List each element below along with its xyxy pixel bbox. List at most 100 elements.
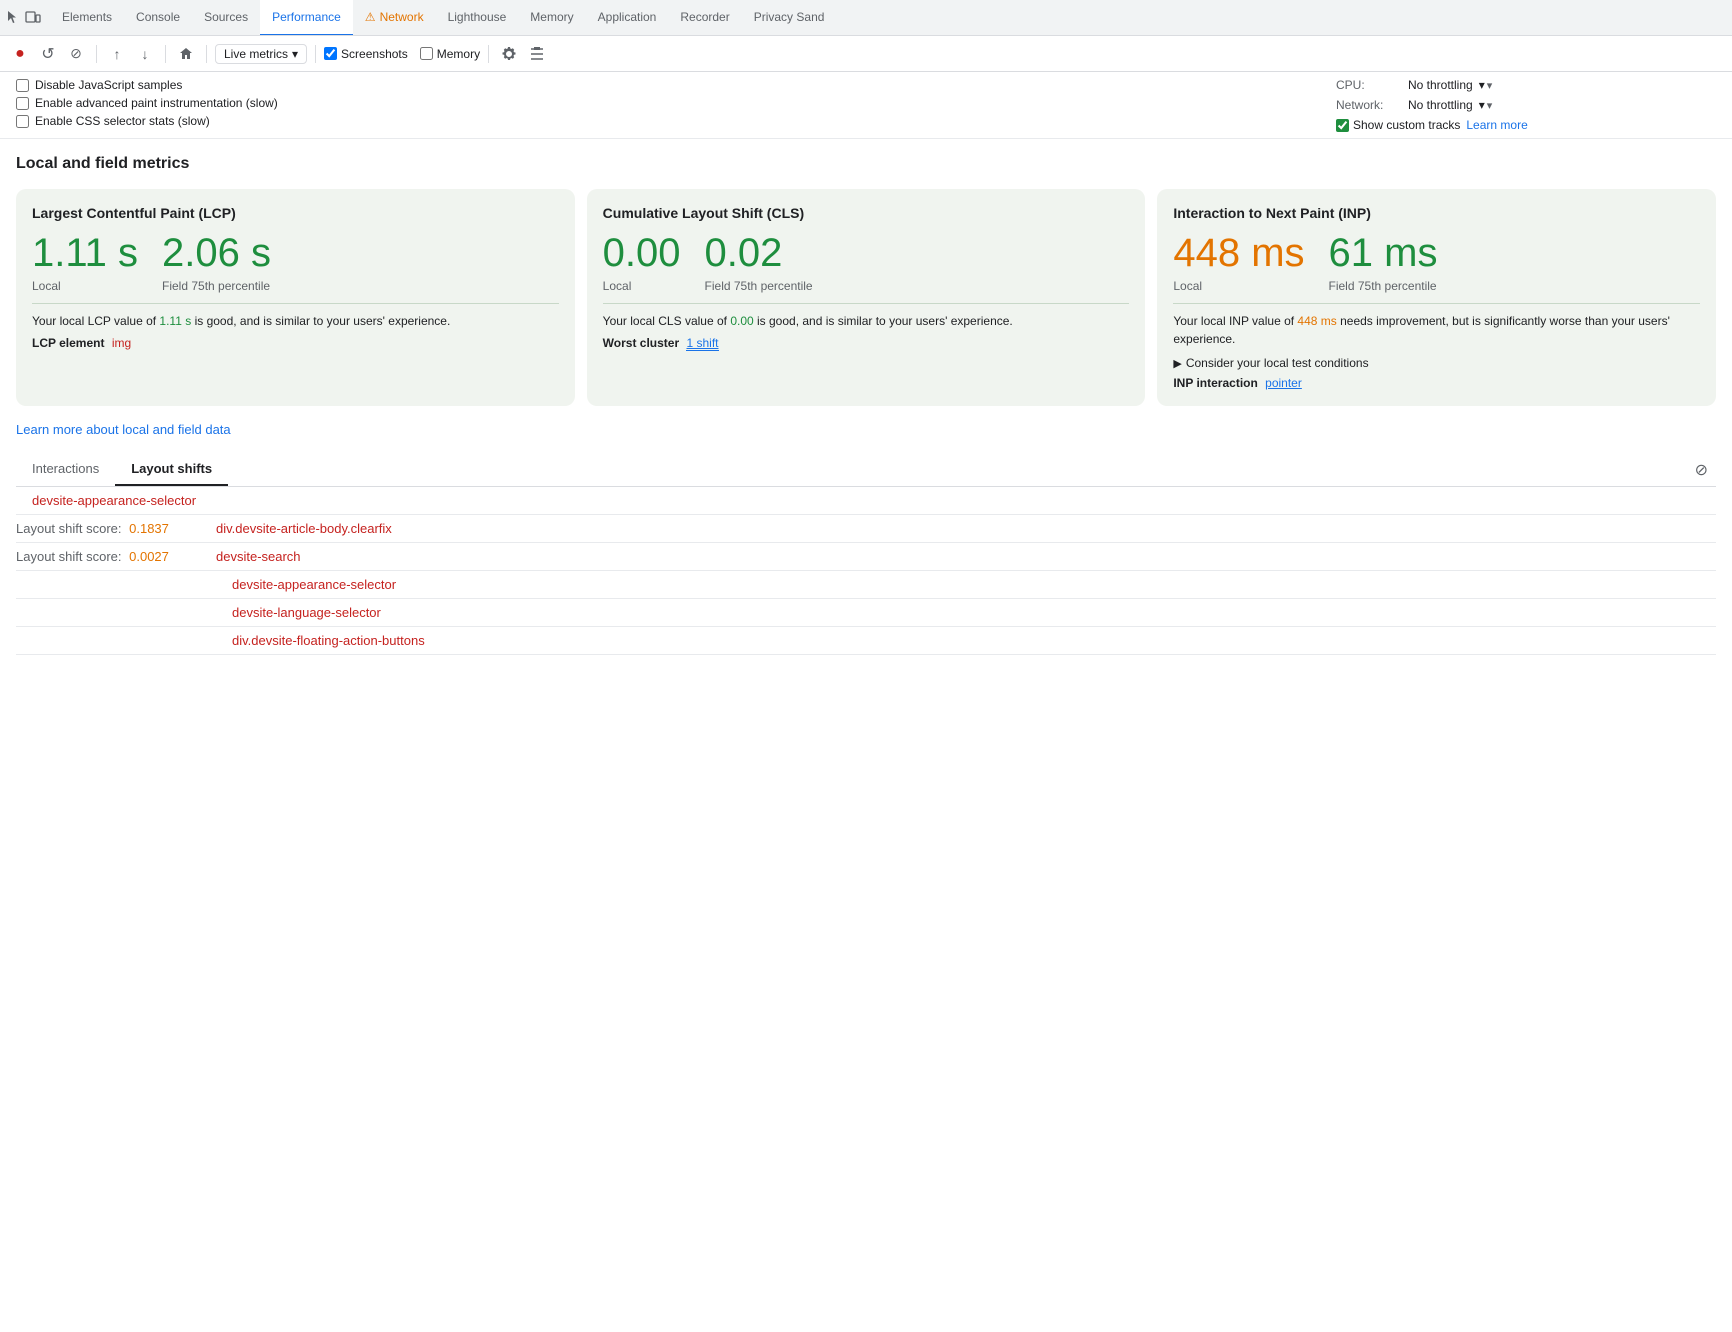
section-title: Local and field metrics [16, 155, 1716, 173]
layout-score-value: 0.0027 [129, 549, 169, 564]
layout-table: devsite-appearance-selector Layout shift… [16, 487, 1716, 655]
inp-card: Interaction to Next Paint (INP) 448 ms L… [1157, 189, 1716, 406]
inp-card-title: Interaction to Next Paint (INP) [1173, 205, 1700, 221]
inp-values: 448 ms Local 61 ms Field 75th percentile [1173, 231, 1700, 293]
options-left: Disable JavaScript samples Enable advanc… [16, 78, 1336, 132]
sub-tabs: Interactions Layout shifts ⊘ [16, 453, 1716, 487]
inp-desc: Your local INP value of 448 ms needs imp… [1173, 312, 1700, 348]
lcp-card: Largest Contentful Paint (LCP) 1.11 s Lo… [16, 189, 575, 406]
custom-tracks-checkbox[interactable] [1336, 119, 1349, 132]
inp-field-group: 61 ms Field 75th percentile [1329, 231, 1438, 293]
tab-recorder[interactable]: Recorder [668, 0, 741, 36]
disable-js-samples-checkbox[interactable] [16, 79, 29, 92]
custom-tracks-learn-more[interactable]: Learn more [1466, 118, 1527, 132]
advanced-paint-checkbox[interactable] [16, 97, 29, 110]
metric-cards: Largest Contentful Paint (LCP) 1.11 s Lo… [16, 189, 1716, 406]
learn-more-field-data-link[interactable]: Learn more about local and field data [16, 422, 231, 437]
cls-field-label: Field 75th percentile [705, 279, 813, 293]
upload-button[interactable]: ↑ [105, 42, 129, 66]
tab-console[interactable]: Console [124, 0, 192, 36]
layout-selector[interactable]: div.devsite-floating-action-buttons [32, 633, 425, 648]
separator-4 [315, 45, 316, 63]
cursor-icon[interactable] [4, 9, 22, 27]
network-chevron-icon: ▾ [1479, 98, 1485, 112]
inp-extra: INP interaction pointer [1173, 376, 1700, 390]
device-icon[interactable] [24, 9, 42, 27]
tab-sources[interactable]: Sources [192, 0, 260, 36]
tab-privacy-sand[interactable]: Privacy Sand [742, 0, 837, 36]
inp-pointer-link[interactable]: pointer [1265, 376, 1302, 390]
inp-divider [1173, 303, 1700, 304]
toolbar: ● ↺ ⊘ ↑ ↓ Live metrics ▾ Screenshots Mem… [0, 36, 1732, 72]
layout-selector[interactable]: devsite-search [216, 549, 301, 564]
reload-button[interactable]: ↺ [36, 42, 60, 66]
table-row: devsite-appearance-selector [16, 487, 1716, 515]
advanced-paint-option[interactable]: Enable advanced paint instrumentation (s… [16, 96, 1336, 110]
home-button[interactable] [174, 42, 198, 66]
download-button[interactable]: ↓ [133, 42, 157, 66]
chevron-down-icon: ▾ [292, 47, 298, 61]
cls-extra: Worst cluster 1 shift [603, 336, 1130, 350]
tab-performance[interactable]: Performance [260, 0, 353, 36]
tab-lighthouse[interactable]: Lighthouse [436, 0, 519, 36]
css-selector-option[interactable]: Enable CSS selector stats (slow) [16, 114, 1336, 128]
memory-checkbox[interactable] [420, 47, 433, 60]
live-metrics-dropdown[interactable]: Live metrics ▾ [215, 44, 307, 64]
layout-selector[interactable]: div.devsite-article-body.clearfix [216, 521, 392, 536]
tab-network[interactable]: ⚠Network [353, 0, 436, 36]
screenshots-checkbox-group[interactable]: Screenshots [324, 47, 408, 61]
separator-2 [165, 45, 166, 63]
devtools-icons [4, 9, 42, 27]
lcp-values: 1.11 s Local 2.06 s Field 75th percentil… [32, 231, 559, 293]
lcp-element-link[interactable]: img [112, 336, 131, 350]
tab-elements[interactable]: Elements [50, 0, 124, 36]
disable-js-samples-option[interactable]: Disable JavaScript samples [16, 78, 1336, 92]
lcp-local-value: 1.11 s [32, 231, 138, 275]
block-circle-icon: ⊘ [1695, 460, 1708, 480]
custom-tracks-checkbox-group[interactable]: Show custom tracks [1336, 118, 1460, 132]
cls-worst-cluster-link[interactable]: 1 shift [686, 336, 718, 351]
table-row: Layout shift score: 0.1837 div.devsite-a… [16, 515, 1716, 543]
lcp-field-group: 2.06 s Field 75th percentile [162, 231, 271, 293]
tab-layout-shifts[interactable]: Layout shifts [115, 453, 228, 486]
css-selector-checkbox[interactable] [16, 115, 29, 128]
cpu-throttle-dropdown[interactable]: No throttling ▾ [1408, 78, 1492, 92]
clear-button[interactable]: ⊘ [64, 42, 88, 66]
options-panel: Disable JavaScript samples Enable advanc… [0, 72, 1732, 139]
options-right: CPU: No throttling ▾ Network: No throttl… [1336, 78, 1716, 132]
record-button[interactable]: ● [8, 42, 32, 66]
cls-local-label: Local [603, 279, 681, 293]
cls-field-value: 0.02 [705, 231, 813, 275]
memory-checkbox-group[interactable]: Memory [420, 47, 480, 61]
cls-card-title: Cumulative Layout Shift (CLS) [603, 205, 1130, 221]
inp-field-value: 61 ms [1329, 231, 1438, 275]
lcp-field-label: Field 75th percentile [162, 279, 271, 293]
separator-3 [206, 45, 207, 63]
inp-local-label: Local [1173, 279, 1304, 293]
tab-bar: Elements Console Sources Performance ⚠Ne… [0, 0, 1732, 36]
layout-selector[interactable]: devsite-appearance-selector [32, 577, 396, 592]
lcp-local-group: 1.11 s Local [32, 231, 138, 293]
layout-selector[interactable]: devsite-appearance-selector [32, 493, 196, 508]
lcp-local-label: Local [32, 279, 138, 293]
layout-selector[interactable]: devsite-language-selector [32, 605, 381, 620]
inp-consider: ▶ Consider your local test conditions [1173, 356, 1700, 370]
separator-1 [96, 45, 97, 63]
tab-application[interactable]: Application [586, 0, 669, 36]
settings-icon[interactable] [497, 42, 521, 66]
tab-interactions[interactable]: Interactions [16, 453, 115, 486]
lcp-field-value: 2.06 s [162, 231, 271, 275]
layout-score-label: Layout shift score: 0.0027 [16, 549, 216, 564]
network-throttle-dropdown[interactable]: No throttling ▾ [1408, 98, 1492, 112]
inp-local-group: 448 ms Local [1173, 231, 1304, 293]
table-row: Layout shift score: 0.0027 devsite-searc… [16, 543, 1716, 571]
cls-desc: Your local CLS value of 0.00 is good, an… [603, 312, 1130, 330]
tab-memory[interactable]: Memory [518, 0, 585, 36]
cls-local-group: 0.00 Local [603, 231, 681, 293]
inp-local-value: 448 ms [1173, 231, 1304, 275]
table-row: div.devsite-floating-action-buttons [16, 627, 1716, 655]
custom-tracks-row: Show custom tracks Learn more [1336, 118, 1528, 132]
network-throttle-row: Network: No throttling ▾ [1336, 98, 1492, 112]
screenshots-checkbox[interactable] [324, 47, 337, 60]
more-icon[interactable] [525, 42, 549, 66]
